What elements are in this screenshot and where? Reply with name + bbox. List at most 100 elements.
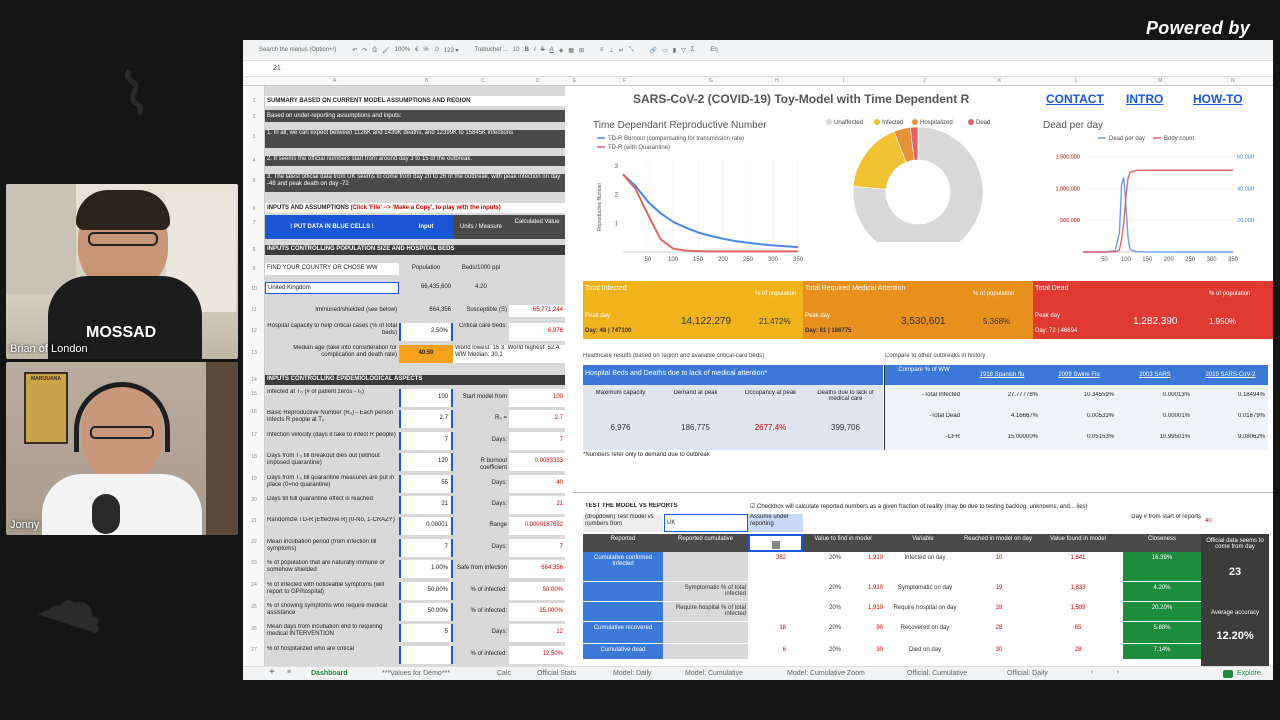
test-cell[interactable]: 20% [788, 552, 843, 582]
row-number[interactable]: 16 [243, 409, 265, 415]
row-number[interactable]: 8 [243, 247, 265, 253]
column-header[interactable]: A [333, 78, 336, 84]
merge-icon[interactable]: ⊞ [579, 47, 584, 54]
row-number[interactable]: 20 [243, 497, 265, 503]
row-number[interactable]: 15 [243, 391, 265, 397]
test-cell[interactable]: 20% [788, 602, 843, 622]
sheet-tab[interactable]: Official: Cumulative [903, 670, 971, 677]
text-color-button[interactable]: A [550, 47, 554, 53]
sheet-tab[interactable]: Model: Daily [609, 670, 656, 677]
row-number[interactable]: 23 [243, 560, 265, 566]
test-cell[interactable]: 20% [788, 644, 843, 660]
param-input[interactable]: 50.00% [399, 581, 453, 600]
column-header[interactable]: D [536, 78, 540, 84]
reported-checkbox[interactable] [748, 534, 803, 552]
column-header[interactable]: E [573, 78, 576, 84]
row-number[interactable]: 5 [243, 178, 265, 184]
column-header[interactable]: J [923, 78, 926, 84]
outbreak-link[interactable]: 2019 SARS-CoV-2 [1193, 365, 1268, 385]
outbreak-link[interactable]: 1918 Spanish flu [963, 365, 1041, 385]
row-number[interactable]: 7 [243, 220, 265, 226]
test-cell[interactable]: 20% [788, 622, 843, 644]
sheet-tab[interactable]: Dashboard [307, 670, 352, 677]
param-input[interactable]: 1.00% [399, 560, 453, 579]
param-input[interactable]: 5 [399, 624, 453, 643]
paint-format-icon[interactable]: 🖌 [382, 47, 390, 54]
row-number[interactable]: 11 [243, 307, 265, 313]
contact-link[interactable]: CONTACT [1046, 92, 1106, 106]
font-select[interactable]: Trebuchet ... [474, 47, 507, 53]
sheet-tab[interactable]: Official Stats [533, 670, 580, 677]
param-input[interactable]: 50.00% [399, 603, 453, 621]
font-size-select[interactable]: 10 [513, 47, 520, 53]
column-header[interactable]: G [709, 78, 713, 84]
test-country-select[interactable]: UK [664, 514, 748, 532]
param-input[interactable]: 0.00001 [399, 517, 453, 536]
filter-icon[interactable]: ▽ [681, 47, 686, 54]
strikethrough-button[interactable]: S [541, 47, 545, 53]
test-checkbox-note[interactable]: ☑ Checkbox will calculate reported numbe… [750, 503, 1170, 512]
explore-icon[interactable] [1223, 670, 1233, 678]
row-number[interactable]: 14 [243, 377, 265, 383]
explore-label[interactable]: Explore [1237, 670, 1261, 677]
median-age-input[interactable]: 40.50 [399, 345, 453, 363]
checkbox-icon[interactable] [771, 541, 780, 549]
scroll-right-icon[interactable]: › [1117, 669, 1119, 676]
fill-color-icon[interactable]: ◈ [559, 47, 564, 54]
all-sheets-icon[interactable]: ≡ [287, 669, 291, 676]
dayfrom-value[interactable]: 40 [1205, 518, 1235, 528]
decrease-decimal-button[interactable]: .0 [434, 47, 439, 53]
row-number[interactable]: 17 [243, 432, 265, 438]
row-number[interactable]: 24 [243, 582, 265, 588]
row-number[interactable]: 27 [243, 647, 265, 653]
column-header[interactable]: C [481, 78, 485, 84]
row-number[interactable]: 12 [243, 328, 265, 334]
row-number[interactable]: 10 [243, 286, 265, 292]
column-header[interactable]: I [843, 78, 844, 84]
bold-button[interactable]: B [525, 47, 529, 53]
param-input[interactable]: 7 [399, 538, 453, 557]
sheet-tab[interactable]: Calc [493, 670, 515, 677]
param-input[interactable]: 21 [399, 496, 453, 514]
chart-icon[interactable]: ▮ [673, 47, 676, 54]
column-header[interactable]: F [623, 78, 626, 84]
wrap-icon[interactable]: ↵ [619, 47, 624, 54]
add-sheet-icon[interactable]: + [269, 667, 275, 678]
sheet-tab[interactable]: Model: Cumulative [681, 670, 747, 677]
param-input[interactable]: 100 [399, 389, 453, 407]
intro-link[interactable]: INTRO [1126, 92, 1176, 106]
currency-button[interactable]: € [415, 47, 418, 53]
borders-icon[interactable]: ▦ [568, 47, 574, 54]
row-number[interactable]: 19 [243, 476, 265, 482]
outbreak-link[interactable]: 2003 SARS [1117, 365, 1193, 385]
column-header[interactable]: B [425, 78, 428, 84]
row-number[interactable]: 6 [243, 206, 265, 212]
input-tools-button[interactable]: Eη [710, 47, 717, 53]
functions-button[interactable]: Σ [691, 47, 695, 53]
row-number[interactable]: 21 [243, 518, 265, 524]
row-number[interactable]: 13 [243, 350, 265, 356]
align-icon[interactable]: ≡ [600, 47, 604, 53]
row-number[interactable]: 2 [243, 114, 265, 120]
scroll-left-icon[interactable]: ‹ [1091, 669, 1093, 676]
zoom-select[interactable]: 100% [395, 47, 410, 53]
undo-icon[interactable]: ↶ [352, 47, 357, 54]
column-header[interactable]: K [998, 78, 1001, 84]
row-number[interactable]: 4 [243, 158, 265, 164]
row-number[interactable]: 22 [243, 539, 265, 545]
row-number[interactable]: 18 [243, 454, 265, 460]
country-select[interactable]: United Kingdom [265, 282, 399, 294]
column-header[interactable]: L [1075, 78, 1078, 84]
howto-link[interactable]: HOW-TO [1193, 92, 1253, 106]
redo-icon[interactable]: ↷ [362, 47, 367, 54]
row-number[interactable]: 1 [243, 98, 265, 104]
sheet-tab[interactable]: Official: Daily [1003, 670, 1052, 677]
param-input[interactable] [399, 645, 453, 664]
link-icon[interactable]: 🔗 [650, 47, 657, 54]
param-input[interactable]: 55 [399, 474, 453, 493]
column-header[interactable]: H [775, 78, 779, 84]
comment-icon[interactable]: ▭ [662, 47, 668, 54]
column-header[interactable]: N [1231, 78, 1235, 84]
format-select[interactable]: 123 ▾ [444, 47, 459, 54]
percent-button[interactable]: % [423, 47, 428, 53]
